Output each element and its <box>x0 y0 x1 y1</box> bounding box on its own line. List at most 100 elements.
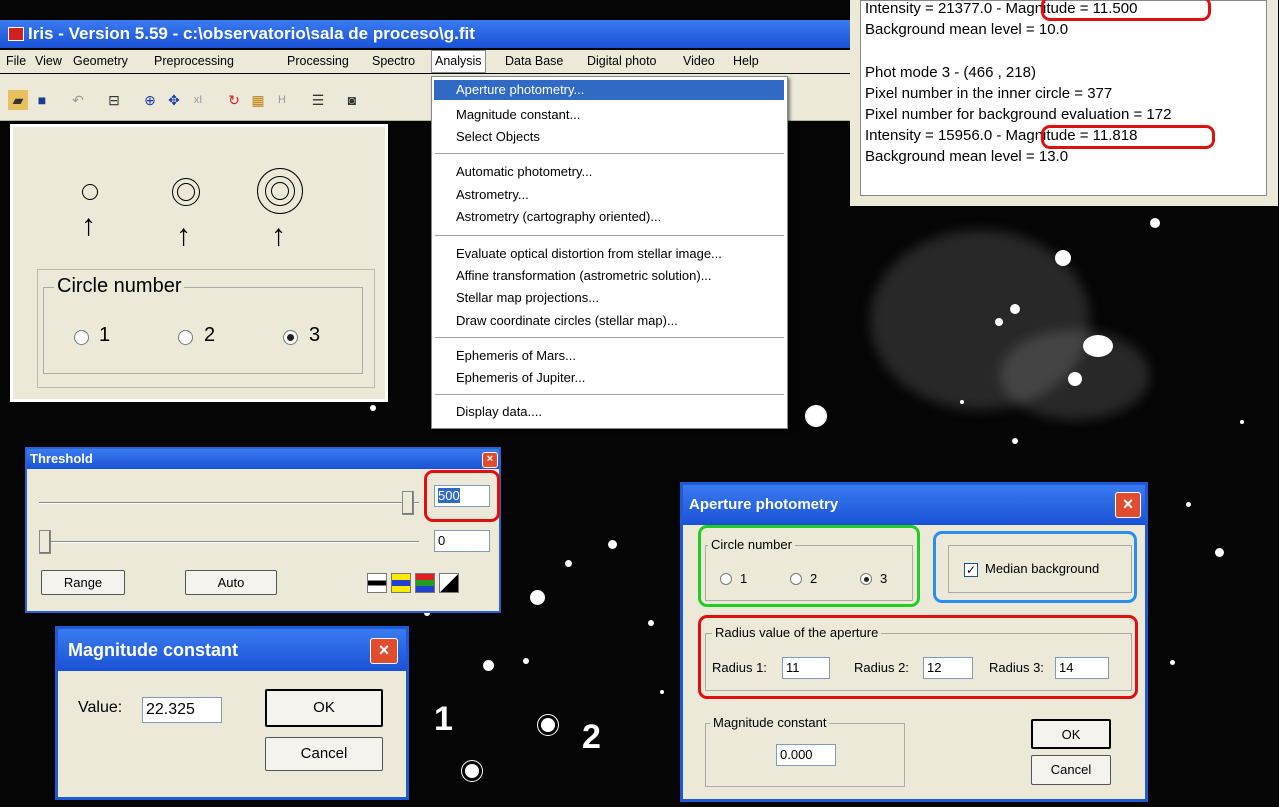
menu-database[interactable]: Data Base <box>505 50 563 73</box>
low-slider-track[interactable] <box>39 541 419 543</box>
menu-item-ephemeris-jupiter[interactable]: Ephemeris of Jupiter... <box>456 370 585 385</box>
ok-button[interactable]: OK <box>265 689 383 727</box>
circle-number-group: Circle number 1 2 3 <box>43 275 363 374</box>
open-folder-icon[interactable]: ▰ <box>8 90 28 110</box>
circle-3-inner-icon <box>271 182 289 200</box>
menu-item-ephemeris-mars[interactable]: Ephemeris of Mars... <box>456 348 576 363</box>
menu-digital-photo[interactable]: Digital photo <box>587 50 657 73</box>
menu-help[interactable]: Help <box>733 50 759 73</box>
threshold-title: Threshold <box>30 451 93 466</box>
circle-2-inner-icon <box>177 183 195 201</box>
menu-video[interactable]: Video <box>683 50 715 73</box>
list-icon[interactable]: ☰ <box>308 90 328 110</box>
menu-item-stellar-map-projections[interactable]: Stellar map projections... <box>456 290 599 305</box>
h-icon[interactable]: H <box>272 90 292 110</box>
aperture-cancel-button[interactable]: Cancel <box>1031 755 1111 785</box>
menu-item-display-data[interactable]: Display data.... <box>456 404 542 419</box>
auto-button[interactable]: Auto <box>185 570 277 595</box>
menu-item-magnitude-constant[interactable]: Magnitude constant... <box>456 107 580 122</box>
menu-spectro[interactable]: Spectro <box>372 50 415 73</box>
rotate-icon[interactable]: ↻ <box>224 90 244 110</box>
radio-label-3: 3 <box>309 324 321 346</box>
menu-item-astrometry[interactable]: Astrometry... <box>456 187 529 202</box>
menu-item-automatic-photometry[interactable]: Automatic photometry... <box>456 164 592 179</box>
crosshair-icon[interactable]: ⊕ <box>140 90 160 110</box>
palette-rgb-icon[interactable] <box>415 573 435 593</box>
menu-separator <box>435 337 784 339</box>
menu-analysis[interactable]: Analysis <box>431 50 486 73</box>
radio-circle-2[interactable] <box>178 330 193 345</box>
menu-item-coordinate-circles[interactable]: Draw coordinate circles (stellar map)... <box>456 313 678 328</box>
radio-label-1: 1 <box>99 324 111 346</box>
range-button[interactable]: Range <box>41 570 125 595</box>
low-threshold-input[interactable]: 0 <box>434 530 490 552</box>
image-icon[interactable]: ▦ <box>248 90 268 110</box>
magnitude-constant-dialog: Magnitude constant × Value: 22.325 OK Ca… <box>55 626 409 800</box>
menu-item-select-objects[interactable]: Select Objects <box>456 129 540 144</box>
save-icon[interactable]: ■ <box>32 90 52 110</box>
magnitude-constant-close-icon[interactable]: × <box>370 638 398 664</box>
star-label-1: 1 <box>434 700 453 738</box>
menubar: File View Geometry Preprocessing Process… <box>0 50 850 73</box>
menu-processing[interactable]: Processing <box>287 50 349 73</box>
up-arrow-icon: ↑ <box>176 219 191 252</box>
settings-sliders-icon[interactable]: ⊟ <box>104 90 124 110</box>
radio-circle-1[interactable] <box>74 330 89 345</box>
menu-item-optical-distortion[interactable]: Evaluate optical distortion from stellar… <box>456 246 722 261</box>
menu-geometry[interactable]: Geometry <box>73 50 128 73</box>
magnitude-value-input[interactable]: 22.325 <box>142 697 222 723</box>
menu-item-astrometry-cartography[interactable]: Astrometry (cartography oriented)... <box>456 209 661 224</box>
analysis-menu: Aperture photometry... Magnitude constan… <box>431 76 788 429</box>
star <box>1083 335 1113 357</box>
threshold-titlebar: Threshold × <box>27 449 499 469</box>
menu-preprocessing[interactable]: Preprocessing <box>154 50 234 73</box>
highlight-magnitude-1 <box>1041 0 1211 21</box>
star <box>1186 502 1191 507</box>
star <box>1055 250 1071 266</box>
star <box>660 690 664 694</box>
move-icon[interactable]: ✥ <box>164 90 184 110</box>
radio-circle-3-selected[interactable] <box>283 330 298 345</box>
menu-view[interactable]: View <box>35 50 62 73</box>
high-slider-thumb[interactable] <box>401 491 414 515</box>
aperture-ring <box>461 760 483 782</box>
xi-icon[interactable]: xI <box>188 90 208 110</box>
window-title: Iris - Version 5.59 - c:\observatorio\sa… <box>28 24 475 43</box>
menu-separator <box>435 394 784 396</box>
aperture-title: Aperture photometry <box>689 496 839 513</box>
palette-yellow-blue-icon[interactable] <box>391 573 411 593</box>
camera-icon[interactable]: ◙ <box>342 90 362 110</box>
low-slider-thumb[interactable] <box>39 530 51 554</box>
palette-gradient-icon[interactable] <box>439 573 459 593</box>
undo-icon[interactable]: ↶ <box>68 90 88 110</box>
star <box>483 660 494 671</box>
star <box>960 400 964 404</box>
menu-item-affine-transformation[interactable]: Affine transformation (astrometric solut… <box>456 268 712 283</box>
high-slider-track[interactable] <box>39 502 419 504</box>
output-line: Phot mode 3 - (466 , 218) <box>865 64 1036 81</box>
star <box>530 590 545 605</box>
circle-1-icon <box>82 184 98 200</box>
cancel-button[interactable]: Cancel <box>265 737 383 771</box>
palette-gray-icon[interactable] <box>367 573 387 593</box>
star <box>1010 304 1020 314</box>
magnitude-constant-title: Magnitude constant <box>68 640 238 660</box>
star <box>648 620 654 626</box>
aperture-photometry-dialog: Aperture photometry × Circle number 1 2 … <box>680 482 1148 802</box>
magconst-legend: Magnitude constant <box>710 715 830 730</box>
highlight-circle-number <box>698 525 920 607</box>
star <box>1240 420 1244 424</box>
magnitude-constant-titlebar: Magnitude constant × <box>58 629 406 671</box>
magconst-input[interactable]: 0.000 <box>776 744 836 766</box>
star <box>995 318 1003 326</box>
circle-number-legend: Circle number <box>54 275 185 298</box>
star <box>565 560 572 567</box>
aperture-close-icon[interactable]: × <box>1115 492 1141 518</box>
threshold-close-icon[interactable]: × <box>482 452 498 468</box>
output-line: Background mean level = 13.0 <box>865 148 1069 165</box>
menu-file[interactable]: File <box>6 50 26 73</box>
menu-item-aperture-photometry[interactable]: Aperture photometry... <box>456 82 584 97</box>
output-line: Pixel number for background evaluation =… <box>865 106 1172 123</box>
magnitude-value-label: Value: <box>78 699 123 716</box>
aperture-ok-button[interactable]: OK <box>1031 719 1111 749</box>
